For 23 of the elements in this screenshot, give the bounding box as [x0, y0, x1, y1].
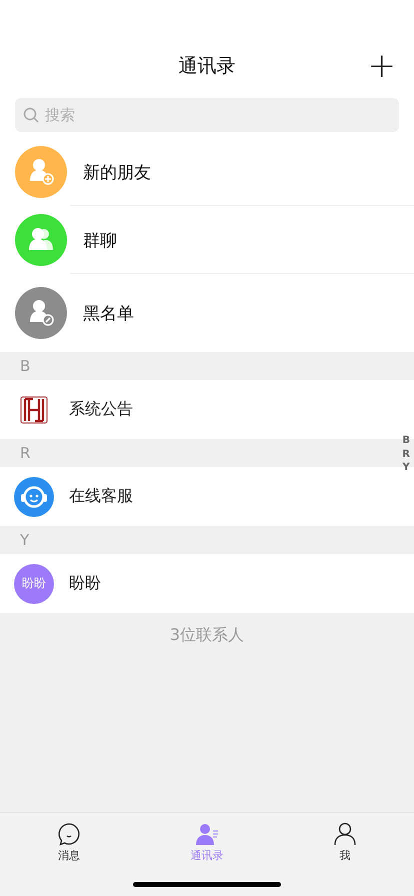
avatar: 盼盼: [14, 564, 54, 604]
contact-name[interactable]: 在线客服: [69, 486, 133, 507]
section-letter: B: [20, 357, 30, 375]
person-icon: [333, 822, 357, 846]
index-letter[interactable]: Y: [402, 461, 410, 474]
tab[interactable]: 我: [276, 813, 414, 869]
shortcut-label[interactable]: 黑名单: [83, 302, 134, 324]
chat-bubble-icon: [57, 822, 81, 846]
shortcut-label[interactable]: 新的朋友: [83, 160, 151, 184]
contacts-icon: [195, 822, 219, 846]
contact-name[interactable]: 系统公告: [69, 399, 133, 420]
section-letter: R: [20, 444, 30, 462]
tab[interactable]: 消息: [0, 813, 138, 869]
contact-name[interactable]: 盼盼: [69, 573, 101, 594]
contact-count: 3位联系人: [168, 624, 246, 646]
index-letter[interactable]: B: [402, 434, 410, 448]
page-title: 通讯录: [178, 54, 236, 79]
section-letter: Y: [20, 531, 30, 549]
search-field[interactable]: 搜索: [15, 98, 399, 132]
shortcut-label[interactable]: 群聊: [83, 228, 117, 252]
headset-agent-icon: [14, 476, 54, 516]
add-button[interactable]: +: [364, 48, 400, 84]
index-letter[interactable]: R: [402, 448, 410, 461]
